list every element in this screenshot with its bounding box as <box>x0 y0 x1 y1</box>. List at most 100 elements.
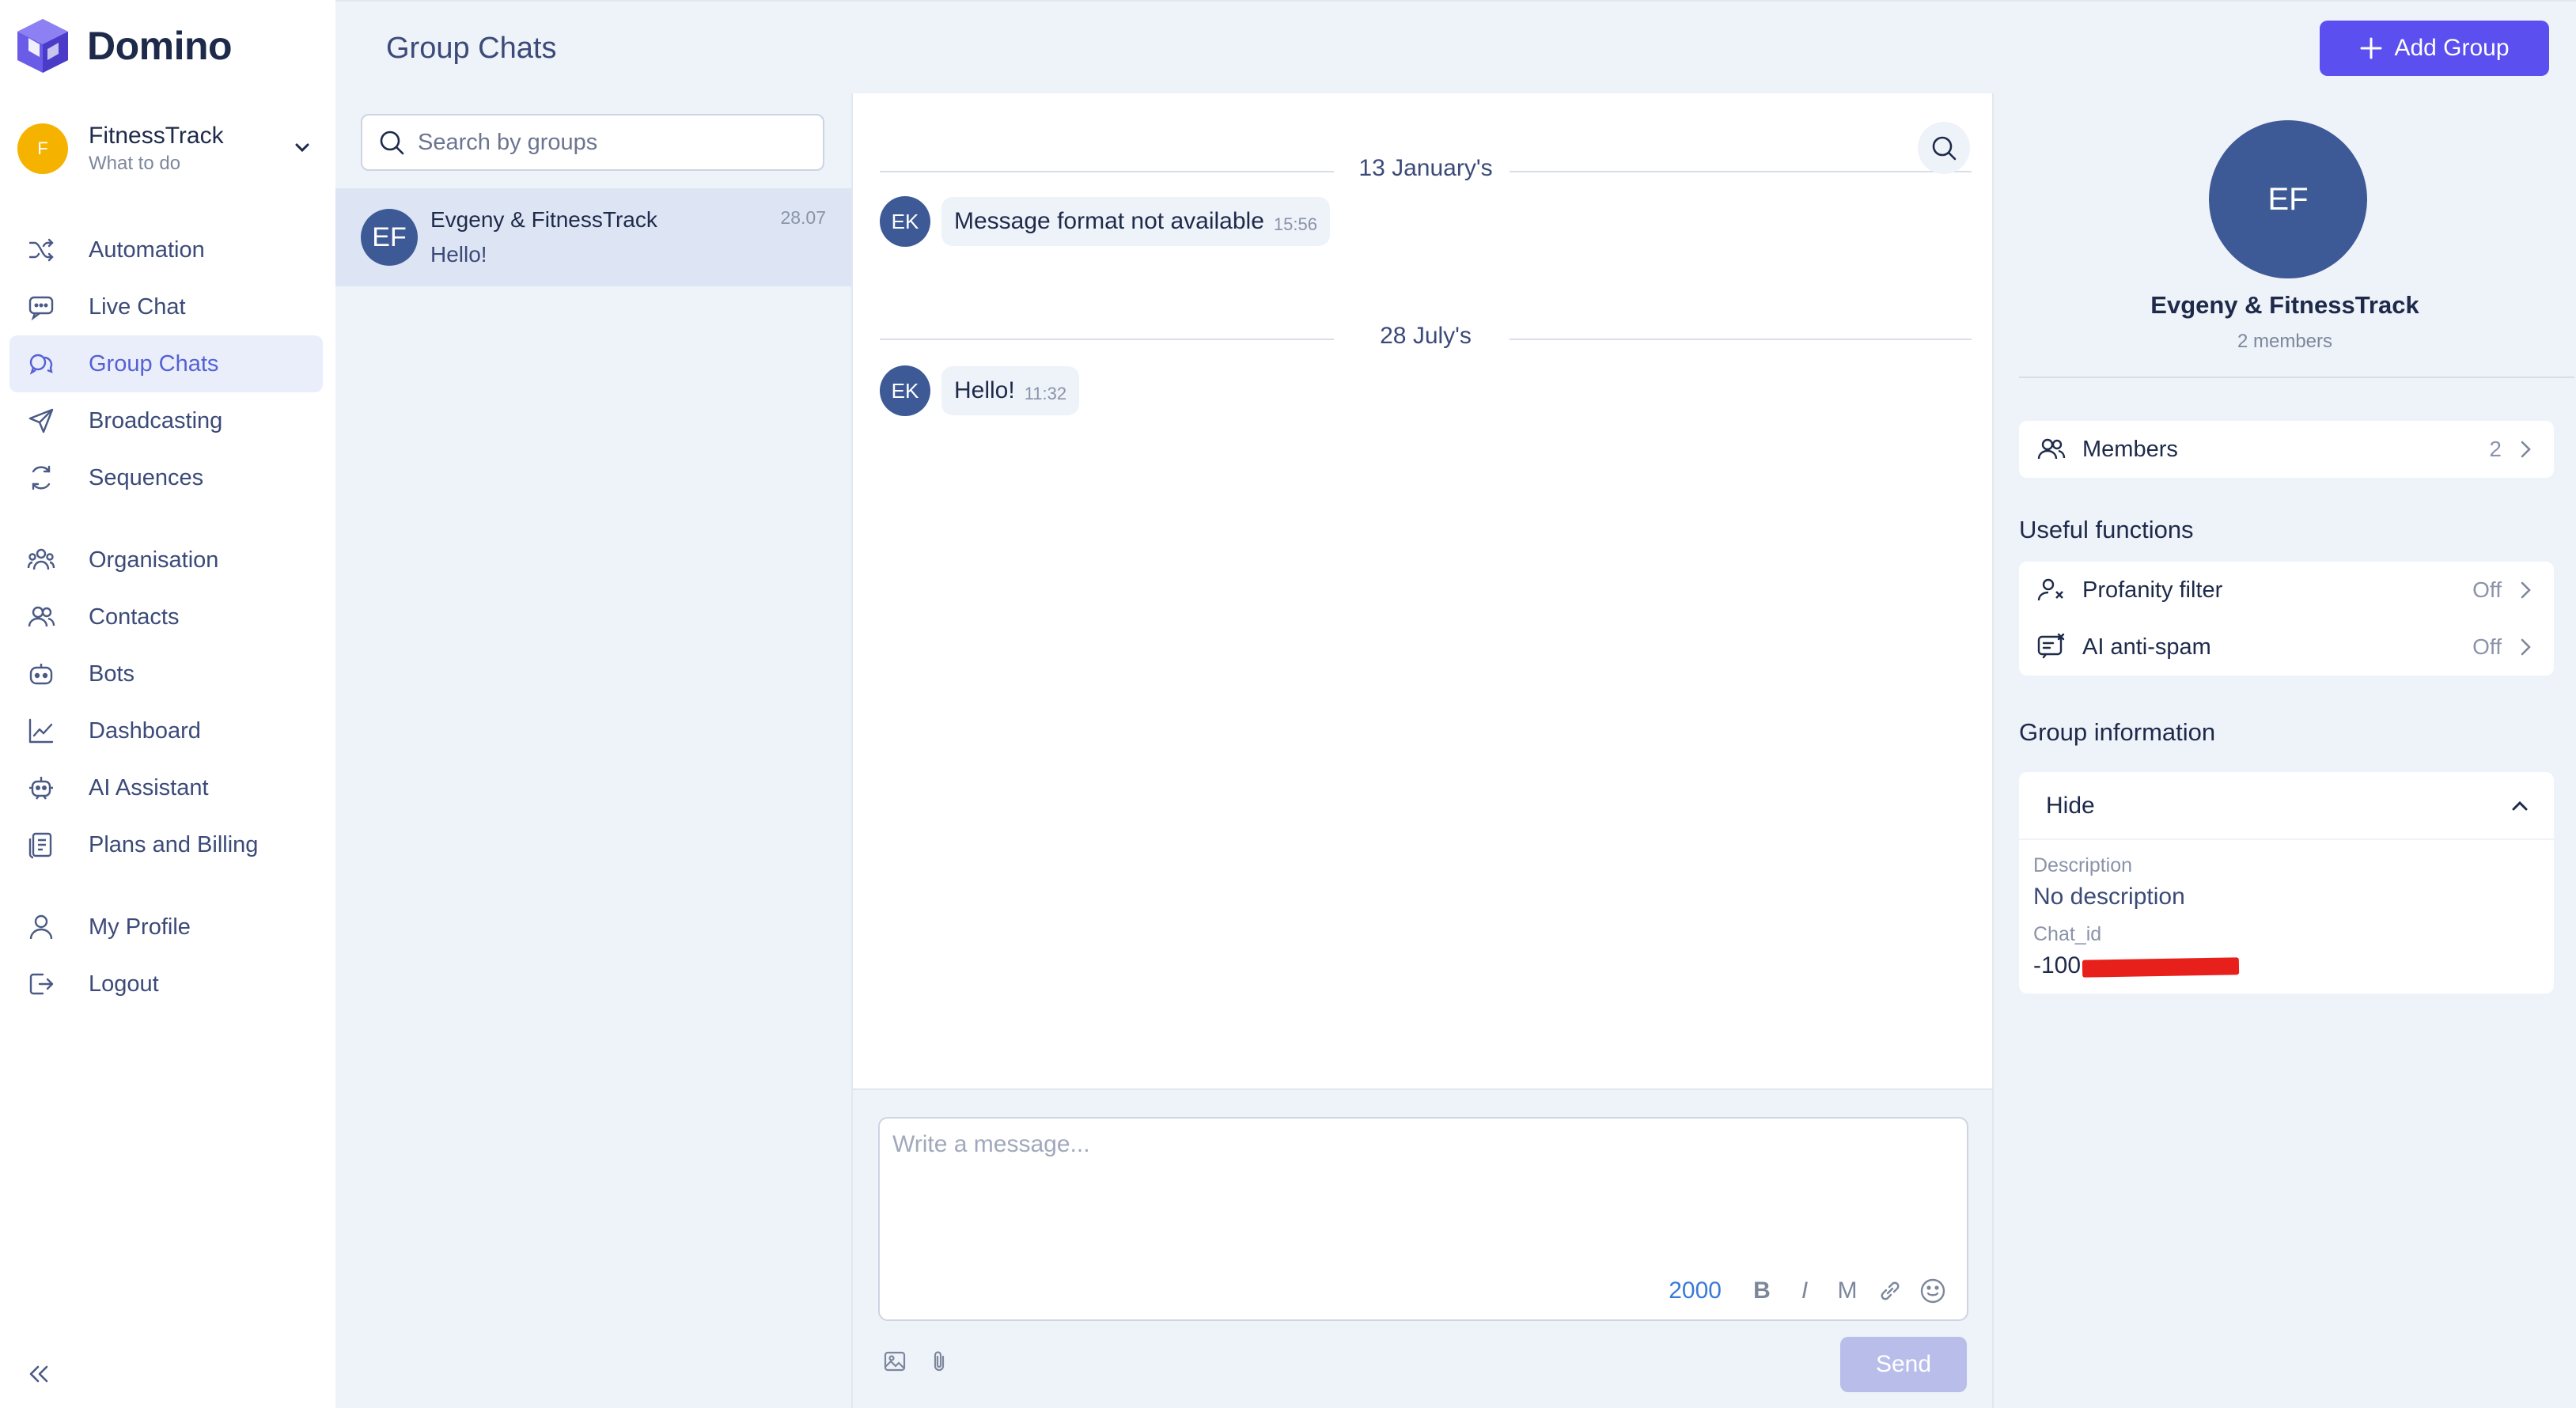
message-bubble: Message format not available 15:56 <box>941 197 1330 246</box>
sidebar-item-sequences[interactable]: Sequences <box>9 449 323 506</box>
group-info-panel: EF Evgeny & FitnessTrack 2 members Membe… <box>1994 93 2576 1408</box>
billing-icon <box>28 832 52 859</box>
sidebar-item-label: Logout <box>89 971 159 997</box>
ai-anti-spam-value: Off <box>2472 634 2502 659</box>
chat-panel: 13 January's EK Message format not avail… <box>851 93 1994 1408</box>
attachment-buttons <box>883 1349 951 1373</box>
description-label: Description <box>2033 854 2133 876</box>
sidebar-item-dashboard[interactable]: Dashboard <box>9 702 323 759</box>
group-chat-icon <box>29 354 53 375</box>
profanity-filter-value: Off <box>2472 577 2502 602</box>
chat-message: EK Message format not available 15:56 <box>880 196 1330 247</box>
page-title: Group Chats <box>386 32 557 65</box>
sidebar: Domino F FitnessTrack What to do Automat… <box>0 0 335 1408</box>
bold-button[interactable]: B <box>1741 1277 1783 1304</box>
group-information-title: Group information <box>2019 718 2216 746</box>
group-search-box[interactable] <box>361 114 824 171</box>
ai-anti-spam-label: AI anti-spam <box>2082 634 2211 660</box>
link-button[interactable] <box>1869 1278 1911 1304</box>
app-name: Domino <box>87 24 233 68</box>
sidebar-item-label: Group Chats <box>89 350 219 377</box>
sidebar-item-automation[interactable]: Automation <box>9 221 323 278</box>
composer-area: 2000 B I M Send <box>853 1088 1992 1408</box>
group-avatar: EF <box>361 209 418 266</box>
profanity-filter-icon <box>2037 578 2063 601</box>
members-icon <box>2037 438 2066 460</box>
group-list-item[interactable]: EF Evgeny & FitnessTrack Hello! 28.07 <box>335 188 851 286</box>
message-text: Message format not available <box>954 208 1264 234</box>
sidebar-item-contacts[interactable]: Contacts <box>9 589 323 645</box>
sidebar-item-organisation[interactable]: Organisation <box>9 532 323 589</box>
group-last-message: Hello! <box>430 242 487 267</box>
group-search-input[interactable] <box>418 129 797 156</box>
italic-button[interactable]: I <box>1783 1277 1826 1304</box>
sidebar-item-label: Plans and Billing <box>89 831 259 857</box>
sidebar-item-ai-assistant[interactable]: AI Assistant <box>9 759 323 816</box>
message-input[interactable] <box>892 1131 1953 1250</box>
sidebar-item-live-chat[interactable]: Live Chat <box>9 278 323 335</box>
account-name: FitnessTrack <box>89 123 224 149</box>
message-composer: 2000 B I M <box>878 1117 1968 1321</box>
group-info-details: Description No description Chat_id -100 <box>2019 840 2554 994</box>
monospace-button[interactable]: M <box>1826 1277 1869 1304</box>
profanity-filter-label: Profanity filter <box>2082 577 2223 603</box>
add-group-button[interactable]: Add Group <box>2320 21 2549 76</box>
anti-spam-icon <box>2037 633 2065 659</box>
sidebar-item-label: AI Assistant <box>89 774 209 801</box>
date-label: 13 January's <box>1358 155 1493 181</box>
group-date: 28.07 <box>780 207 826 228</box>
collapse-sidebar-icon[interactable] <box>27 1362 51 1386</box>
chat-id-label: Chat_id <box>2033 923 2102 945</box>
chevron-up-icon <box>2512 801 2528 811</box>
sidebar-item-label: Contacts <box>89 604 180 630</box>
useful-functions-title: Useful functions <box>2019 516 2194 543</box>
app-logo[interactable]: Domino <box>16 17 233 74</box>
add-group-label: Add Group <box>2394 35 2510 61</box>
organisation-icon <box>27 548 55 570</box>
sidebar-item-my-profile[interactable]: My Profile <box>9 899 323 956</box>
chevron-right-icon <box>2521 581 2531 599</box>
account-switcher[interactable]: F FitnessTrack What to do <box>17 119 321 179</box>
sidebar-item-label: Automation <box>89 237 205 263</box>
date-separator: 28 July's <box>880 323 1972 354</box>
profanity-filter-row[interactable]: Profanity filter Off <box>2019 562 2554 619</box>
chevron-right-icon <box>2521 441 2531 458</box>
members-row[interactable]: Members 2 <box>2019 421 2554 478</box>
divider <box>2019 377 2574 378</box>
sidebar-item-plans-billing[interactable]: Plans and Billing <box>9 816 323 873</box>
account-subtitle: What to do <box>89 153 181 174</box>
image-attach-icon[interactable] <box>883 1349 907 1373</box>
logout-icon <box>29 973 54 995</box>
redaction-mark <box>2082 957 2240 978</box>
shuffle-icon <box>28 238 54 262</box>
loop-icon <box>32 465 51 490</box>
members-label: Members <box>2082 436 2178 462</box>
group-info-toggle[interactable]: Hide <box>2019 772 2554 840</box>
chat-search-button[interactable] <box>1918 122 1970 174</box>
search-icon <box>380 131 404 155</box>
send-icon <box>28 408 54 433</box>
sidebar-item-label: Broadcasting <box>89 407 223 433</box>
sidebar-item-label: Dashboard <box>89 717 201 744</box>
message-bubble: Hello! 11:32 <box>941 366 1080 415</box>
paperclip-icon[interactable] <box>927 1349 951 1373</box>
emoji-button[interactable] <box>1911 1277 1954 1304</box>
bot-icon <box>29 664 53 685</box>
sidebar-item-bots[interactable]: Bots <box>9 645 323 702</box>
domino-logo-icon <box>17 19 68 73</box>
chevron-down-icon[interactable] <box>293 138 312 157</box>
message-time: 15:56 <box>1273 214 1317 234</box>
send-button[interactable]: Send <box>1840 1337 1967 1392</box>
sidebar-item-group-chats[interactable]: Group Chats <box>9 335 323 392</box>
sidebar-item-label: Live Chat <box>89 293 186 320</box>
search-icon <box>1932 136 1957 161</box>
sidebar-item-broadcasting[interactable]: Broadcasting <box>9 392 323 449</box>
ai-anti-spam-row[interactable]: AI anti-spam Off <box>2019 619 2554 676</box>
account-avatar: F <box>17 123 68 174</box>
group-title: Evgeny & FitnessTrack <box>2150 291 2419 319</box>
sidebar-item-label: My Profile <box>89 914 191 940</box>
sidebar-item-logout[interactable]: Logout <box>9 956 323 1012</box>
group-avatar-large: EF <box>2209 120 2367 278</box>
members-card: Members 2 <box>2019 421 2554 478</box>
members-count: 2 <box>2489 437 2502 461</box>
